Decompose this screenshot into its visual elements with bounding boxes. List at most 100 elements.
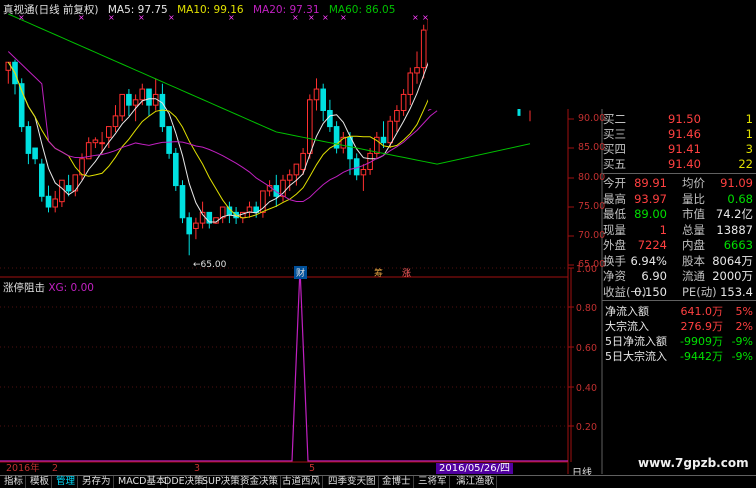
stat-label: 今开 [603, 176, 626, 190]
candle-body [52, 198, 59, 208]
candle-body [193, 222, 199, 229]
candle-body [25, 126, 32, 154]
flow-label: 5日净流入额 [605, 335, 667, 348]
indicator-tick: 1.00 [575, 264, 597, 275]
candle-body [186, 217, 192, 235]
fund-flow-row: 5日净流入额 -9909万 -9% [602, 334, 756, 349]
quote-stat-row: 换手 6.94% 股本 8064万 [602, 254, 756, 268]
stat-label: 外盘 [603, 238, 626, 252]
finance-badge[interactable]: 财 [294, 266, 308, 279]
fund-flow-row: 净流入额 641.0万 5% [602, 304, 756, 319]
stat-value: 2000万 [712, 269, 753, 283]
candle-body [126, 93, 132, 106]
stat-value: 89.91 [634, 176, 667, 190]
bid-price: 91.40 [668, 157, 701, 171]
stock-title: 真视通(日线 前复权) [3, 4, 99, 16]
toolbar-tab[interactable]: 古道西风 [280, 476, 324, 488]
candle-body [420, 29, 427, 69]
candle-body [300, 152, 306, 170]
bid-price: 91.46 [668, 127, 701, 141]
candle-body [400, 93, 407, 112]
indicator-tick: 0.60 [575, 343, 597, 354]
stat-label: 最高 [603, 191, 626, 206]
indicator-tick: 0.40 [575, 383, 597, 394]
candle-body [320, 88, 326, 112]
bid-label: 买二 [603, 112, 626, 126]
candle-body [65, 185, 72, 192]
candle-body [347, 136, 353, 160]
stat-label: 换手 [603, 253, 626, 268]
price-tick: 90.00 [578, 113, 606, 124]
stat-value: 93.97 [634, 191, 667, 206]
low-price-marker: ←65.00 [193, 260, 227, 270]
divider [602, 300, 756, 301]
ma5-line [7, 48, 438, 223]
toolbar-tab[interactable]: 金博士 [380, 476, 414, 488]
stat-label: 量比 [682, 191, 705, 206]
current-date: 2016/05/26/四 [436, 463, 514, 474]
bid-volume: 22 [738, 157, 753, 171]
toolbar-tab[interactable]: SUP决策 [200, 476, 243, 488]
stat-label: 最低 [603, 207, 626, 221]
bid-row[interactable]: 买二 91.50 1 [602, 112, 756, 126]
flow-percent: -9% [731, 335, 753, 348]
empty-panel-top [602, 0, 756, 109]
candle-body [179, 185, 186, 219]
quote-stat-row: 收益(一) 0.150 PE(动) 153.4 [602, 285, 756, 299]
flow-value: -9442万 [680, 350, 723, 363]
chart-header: 真视通(日线 前复权) MA5: 97.75 MA10: 99.16 MA20:… [3, 2, 401, 17]
stat-label: 内盘 [682, 238, 705, 252]
indicator-tick: 0.20 [575, 422, 597, 433]
limit-up-badge[interactable]: 涨 [402, 266, 411, 279]
bid-row[interactable]: 买四 91.41 3 [602, 142, 756, 156]
candle-body [360, 168, 367, 176]
indicator-title[interactable]: 涨停阻击 [3, 282, 45, 294]
quote-stat-row: 外盘 7224 内盘 6663 [602, 238, 756, 252]
empty-area [428, 0, 602, 109]
bottom-toolbar: 指标 模板 管理 另存为 MACD基本 DDE决策 SUP决策 资金决策 古道西风 四季变天图 金博… [0, 475, 756, 488]
stat-value: 6.90 [641, 269, 667, 283]
candle-body [32, 147, 38, 160]
fund-flow-row: 5日大宗流入 -9442万 -9% [602, 349, 756, 364]
fund-flow-row: 大宗流入 276.9万 2% [602, 319, 756, 334]
ma20-label: MA20: 97.31 [252, 4, 320, 16]
indicator-tick: 0.80 [575, 303, 597, 314]
candle-body [380, 136, 387, 144]
bid-row[interactable]: 买三 91.46 1 [602, 127, 756, 141]
toolbar-tab[interactable]: 模板 [28, 476, 53, 488]
scale-month: 5 [309, 463, 316, 474]
bid-row[interactable]: 买五 91.40 22 [602, 157, 756, 171]
candle-body [39, 163, 45, 197]
toolbar-tab[interactable]: MACD基本 [116, 476, 169, 488]
stat-value: 6663 [723, 238, 753, 252]
scale-month: 2 [52, 463, 59, 474]
flow-percent: 5% [735, 305, 753, 318]
quote-stat-row: 现量 1 总量 13887 [602, 223, 756, 237]
stat-value: 91.09 [720, 176, 753, 190]
ma10-line [7, 61, 438, 219]
toolbar-tab[interactable]: 资金决策 [238, 476, 282, 488]
toolbar-tab[interactable]: 三将军 [416, 476, 450, 488]
candle-body [387, 120, 393, 144]
candle-body [146, 88, 152, 106]
candle-body [139, 88, 146, 101]
candle-body [407, 72, 414, 95]
candle-body [293, 163, 300, 176]
candle-body [99, 142, 105, 145]
flow-value: 276.9万 [680, 320, 724, 333]
bid-price: 91.41 [668, 142, 701, 156]
toolbar-tab[interactable]: 另存为 [80, 476, 114, 488]
bid-label: 买三 [603, 127, 626, 141]
stat-value: 8064万 [712, 253, 753, 268]
bid-label: 买五 [603, 157, 626, 171]
toolbar-tab[interactable]: 管理 [54, 476, 79, 488]
flow-label: 大宗流入 [605, 320, 649, 333]
stat-label: 净资 [603, 269, 626, 283]
toolbar-tab[interactable]: 指标 [2, 476, 27, 488]
toolbar-tab[interactable]: 漓江渔歌 [454, 476, 498, 488]
flow-value: -9909万 [680, 335, 723, 348]
stat-label: 均价 [682, 176, 705, 190]
stat-value: 0.68 [727, 191, 753, 206]
toolbar-tab[interactable]: 四季变天图 [326, 476, 379, 488]
chip-badge[interactable]: 筹 [374, 266, 383, 279]
